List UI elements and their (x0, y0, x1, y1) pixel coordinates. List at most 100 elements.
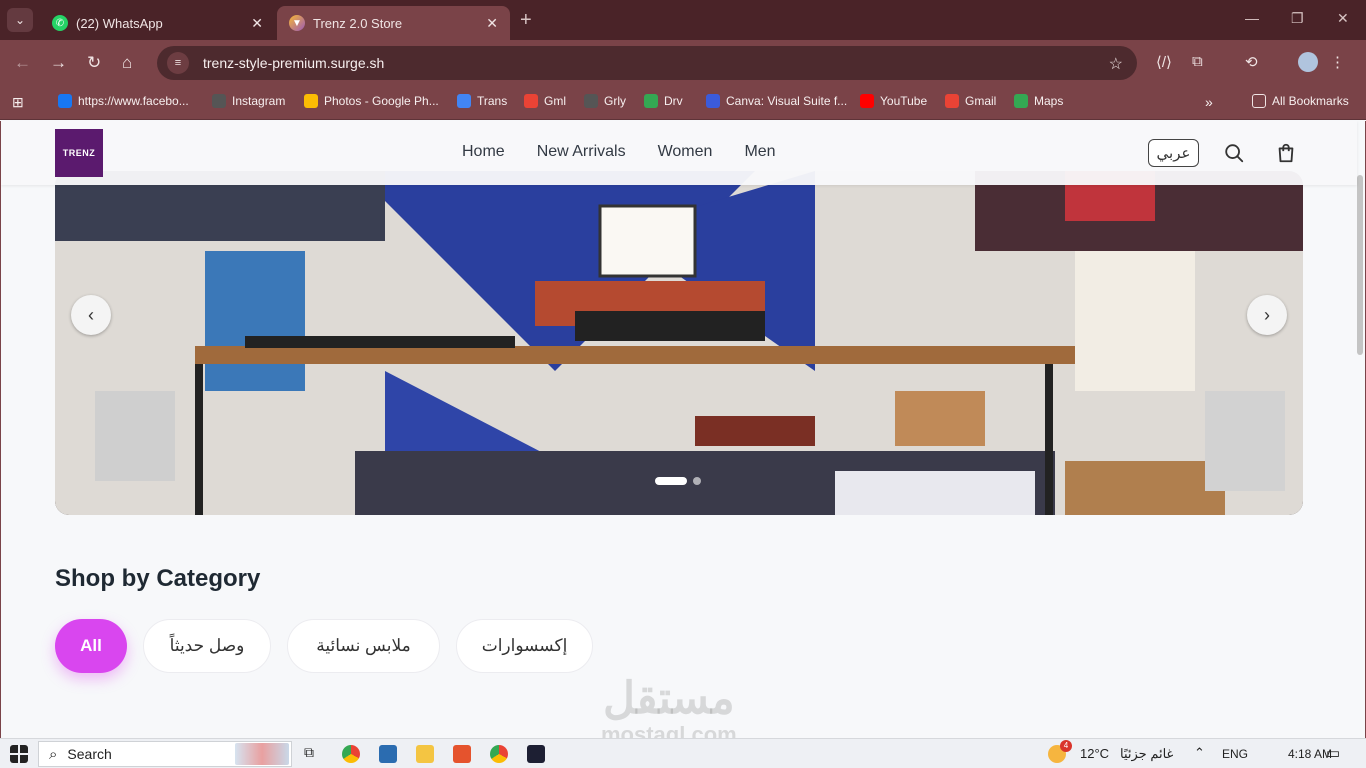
bookmark-label: Gml (544, 94, 566, 108)
main-nav: Home New Arrivals Women Men (462, 143, 776, 161)
carousel-dot[interactable] (693, 477, 701, 485)
file-explorer-icon[interactable] (416, 745, 434, 763)
tab-label: (22) WhatsApp (76, 15, 163, 31)
apps-grid-icon[interactable]: ⊞ (12, 94, 24, 111)
globe-icon (584, 94, 598, 108)
carousel-next-button[interactable]: › (1247, 295, 1287, 335)
history-icon[interactable]: ⟲ (1245, 53, 1258, 71)
folder-icon (1252, 94, 1266, 108)
menu-dots-icon[interactable]: ⋮ (1330, 53, 1345, 71)
language-indicator[interactable]: ENG (1222, 747, 1248, 761)
notification-icon[interactable]: ▭ (1326, 744, 1340, 762)
bookmark-item[interactable]: Canva: Visual Suite f... (706, 94, 847, 108)
translate-icon (457, 94, 471, 108)
category-womens-clothing-chip[interactable]: ملابس نسائية (287, 619, 440, 673)
chevron-down-icon: ⌄ (14, 13, 26, 27)
web-page: TRENZ Home New Arrivals Women Men عربي ‹… (0, 121, 1366, 738)
nav-women[interactable]: Women (658, 143, 713, 161)
hero-carousel: ‹ › (55, 171, 1303, 515)
carousel-prev-button[interactable]: ‹ (71, 295, 111, 335)
shopping-bag-icon[interactable] (1275, 142, 1297, 164)
nav-men[interactable]: Men (744, 143, 775, 161)
home-icon[interactable]: ⌂ (122, 53, 132, 73)
chrome-icon[interactable] (342, 745, 360, 763)
all-bookmarks-label: All Bookmarks (1272, 94, 1349, 108)
restore-icon[interactable]: ❐ (1291, 10, 1304, 27)
drive-icon (644, 94, 658, 108)
weather-description[interactable]: غائم جزئيًا (1120, 746, 1173, 762)
bookmark-item[interactable]: Instagram (212, 94, 285, 108)
bookmark-item[interactable]: Maps (1014, 94, 1063, 108)
tab-label: Trenz 2.0 Store (313, 15, 403, 31)
weather-temp[interactable]: 12°C (1080, 746, 1109, 761)
watermark-arabic: مستقل (603, 674, 735, 723)
category-accessories-chip[interactable]: إكسسوارات (456, 619, 593, 673)
category-filter: All وصل حديثاً ملابس نسائية إكسسوارات (55, 619, 593, 673)
category-new-arrivals-chip[interactable]: وصل حديثاً (143, 619, 271, 673)
bookmark-star-icon[interactable]: ☆ (1109, 54, 1123, 74)
category-all-chip[interactable]: All (55, 619, 127, 673)
bookmarks-bar: ⊞ https://www.facebo... Instagram Photos -… (0, 86, 1366, 120)
windows-start-icon[interactable] (10, 745, 28, 763)
page-scrollbar[interactable] (1357, 175, 1363, 355)
canva-icon (706, 94, 720, 108)
bookmark-label: Photos - Google Ph... (324, 94, 439, 108)
trenz-logo[interactable]: TRENZ (55, 129, 103, 177)
section-title: Shop by Category (55, 565, 261, 592)
store-icon[interactable] (379, 745, 397, 763)
tab-search-button[interactable]: ⌄ (7, 8, 33, 32)
brave-icon[interactable] (453, 745, 471, 763)
bookmark-item[interactable]: Drv (644, 94, 683, 108)
tab-strip: ⌄ ✆ (22) WhatsApp ✕ ▼ Trenz 2.0 Store ✕ … (0, 0, 1366, 40)
bookmark-item[interactable]: Grly (584, 94, 626, 108)
close-icon[interactable]: ✕ (486, 15, 498, 32)
close-icon[interactable]: ✕ (251, 15, 263, 32)
window-close-icon[interactable]: ✕ (1337, 10, 1349, 27)
site-info-icon[interactable]: ≡ (167, 52, 189, 74)
tab-whatsapp[interactable]: ✆ (22) WhatsApp ✕ (40, 6, 275, 40)
bookmark-item[interactable]: Gml (524, 94, 566, 108)
bookmark-label: Instagram (232, 94, 286, 108)
bookmark-item[interactable]: Photos - Google Ph... (304, 94, 439, 108)
all-bookmarks-folder[interactable]: All Bookmarks (1252, 94, 1349, 108)
more-bookmarks-icon[interactable]: » (1205, 94, 1213, 110)
url-text[interactable]: trenz-style-premium.surge.sh (203, 55, 384, 71)
search-icon[interactable] (1223, 142, 1245, 164)
bookmark-item[interactable]: Gmail (945, 94, 996, 108)
tab-trenz-store[interactable]: ▼ Trenz 2.0 Store ✕ (277, 6, 510, 40)
nav-new-arrivals[interactable]: New Arrivals (537, 143, 626, 161)
chevron-right-icon: › (1264, 304, 1270, 325)
back-icon[interactable]: ← (14, 53, 31, 73)
chrome-icon[interactable] (490, 745, 508, 763)
chevron-left-icon: ‹ (88, 304, 94, 325)
site-favicon-icon: ▼ (289, 15, 305, 31)
facebook-icon (58, 94, 72, 108)
taskbar-search-box[interactable]: ⌕ Search (38, 741, 292, 767)
windows-taskbar: ⌕ Search ⧉ 4 12°C غائم جزئيًا ⌃ ENG 4:18… (0, 738, 1366, 768)
nav-home[interactable]: Home (462, 143, 505, 161)
bookmark-item[interactable]: YouTube (860, 94, 927, 108)
address-bar[interactable]: ≡ trenz-style-premium.surge.sh ☆ (157, 46, 1137, 80)
gmail-icon (524, 94, 538, 108)
extensions-icon[interactable]: ⧉ (1192, 53, 1203, 70)
watermark: مستقل mostaql.com (601, 674, 737, 739)
bookmark-item[interactable]: https://www.facebo... (58, 94, 189, 108)
chevron-up-icon[interactable]: ⌃ (1194, 745, 1205, 761)
reload-icon[interactable]: ↻ (87, 53, 101, 73)
devtools-extension-icon[interactable]: ⟨/⟩ (1156, 53, 1172, 71)
new-tab-button[interactable]: + (520, 9, 532, 32)
bookmark-label: https://www.facebo... (78, 94, 189, 108)
app-icon[interactable] (527, 745, 545, 763)
carousel-dot-active[interactable] (655, 477, 687, 485)
bookmark-label: Maps (1034, 94, 1064, 108)
bookmark-label: Canva: Visual Suite f... (726, 94, 848, 108)
forward-icon[interactable]: → (50, 53, 67, 73)
profile-avatar[interactable] (1298, 52, 1318, 72)
minimize-icon[interactable]: — (1245, 10, 1259, 26)
youtube-icon (860, 94, 874, 108)
bookmark-label: Drv (664, 94, 683, 108)
bookmark-item[interactable]: Trans (457, 94, 507, 108)
task-view-icon[interactable]: ⧉ (304, 744, 314, 761)
carousel-indicators (655, 477, 701, 485)
language-toggle-button[interactable]: عربي (1148, 139, 1199, 167)
